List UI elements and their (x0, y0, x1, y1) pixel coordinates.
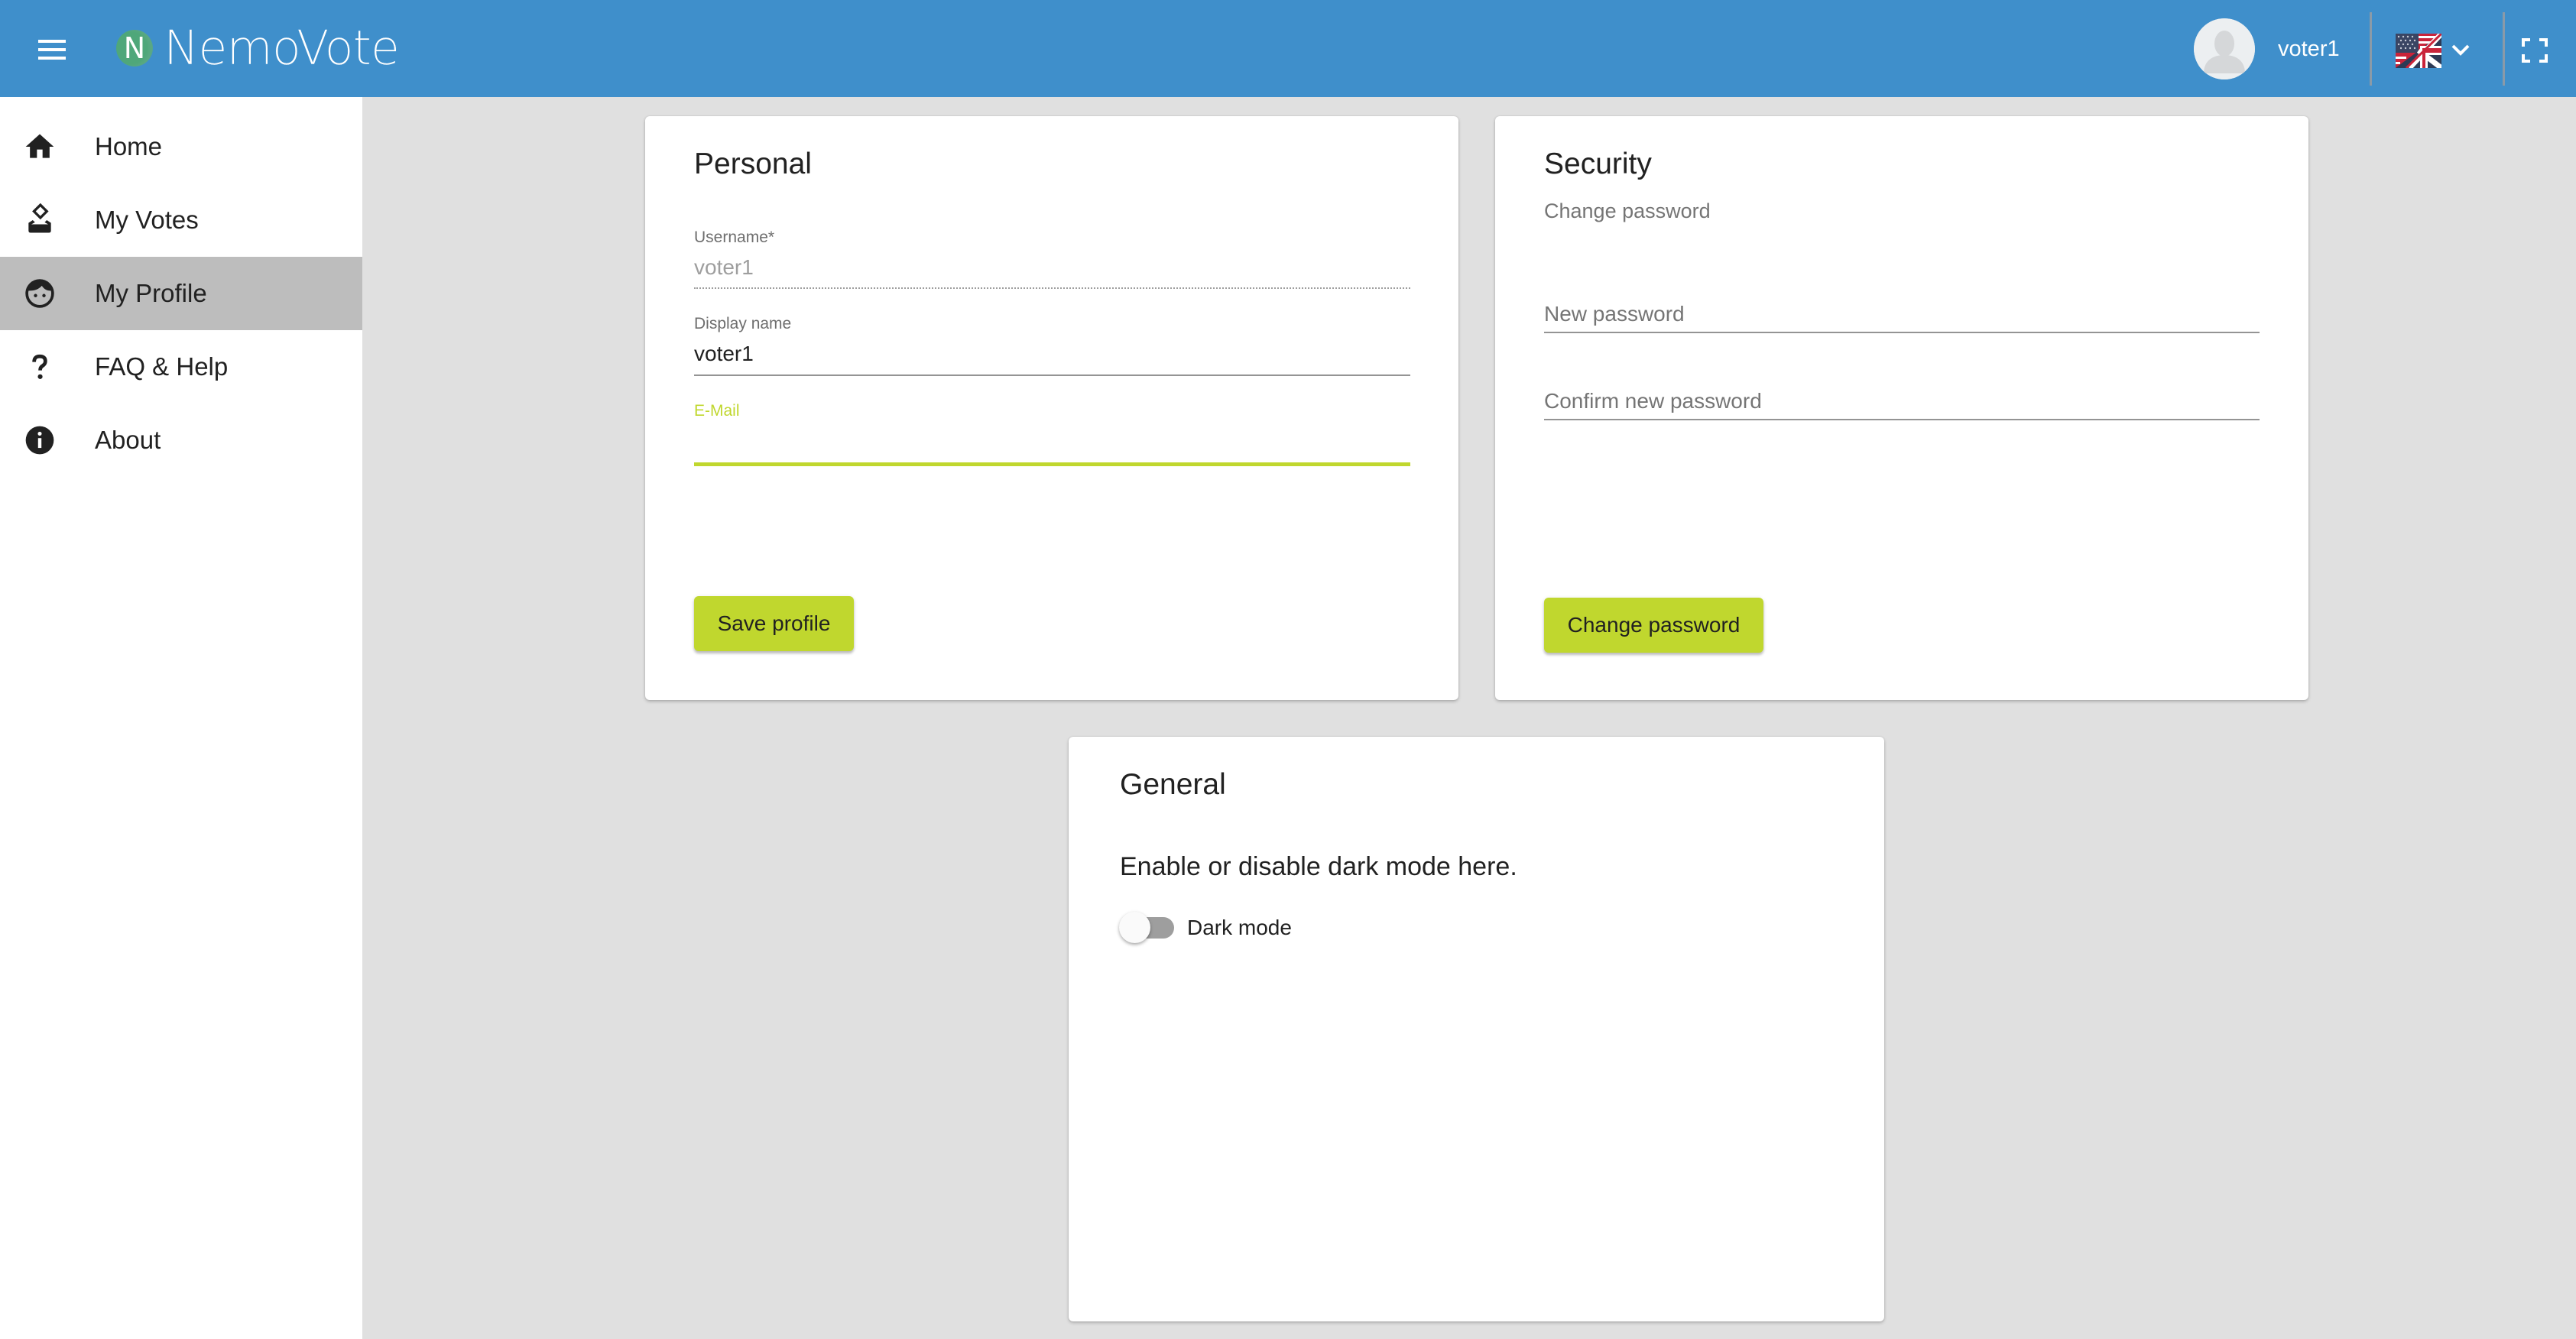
email-label: E-Mail (694, 402, 740, 420)
logo-icon: N (116, 30, 153, 66)
header-divider (2370, 12, 2372, 86)
user-name[interactable]: voter1 (2278, 34, 2340, 64)
sidebar-item-home[interactable]: Home (0, 110, 362, 183)
user-avatar[interactable] (2194, 18, 2255, 79)
display-name-underline (694, 374, 1410, 376)
new-password-input[interactable] (1544, 299, 2260, 329)
username-input (694, 252, 1410, 283)
new-password-underline (1544, 332, 2260, 333)
info-icon (25, 426, 54, 455)
logo-letter: N (123, 31, 146, 65)
chevron-down-icon[interactable] (2450, 41, 2471, 58)
language-flag-icon[interactable] (2396, 34, 2441, 68)
dark-mode-description: Enable or disable dark mode here. (1120, 852, 1517, 881)
general-card: General Enable or disable dark mode here… (1069, 737, 1884, 1321)
dark-mode-label[interactable]: Dark mode (1187, 913, 1292, 943)
sidebar-item-label: About (95, 426, 161, 454)
display-name-field: Display name (694, 314, 1410, 377)
top-app-bar: N NemoVote voter1 (0, 0, 2576, 97)
sidebar-item-my-votes[interactable]: My Votes (0, 183, 362, 257)
save-profile-button[interactable]: Save profile (694, 596, 854, 651)
security-card: Security Change password Change password (1495, 116, 2308, 700)
face-icon (25, 279, 54, 308)
security-card-subtitle: Change password (1544, 199, 1711, 222)
sidebar-item-faq-help[interactable]: FAQ & Help (0, 330, 362, 404)
username-underline (694, 287, 1410, 289)
change-password-button[interactable]: Change password (1544, 598, 1763, 653)
general-card-title: General (1120, 768, 1226, 801)
personal-card-title: Personal (694, 148, 812, 180)
email-field: E-Mail (694, 401, 1410, 467)
header-divider (2503, 12, 2505, 86)
confirm-password-field (1544, 383, 2260, 423)
sidebar: Home My Votes My Profile FAQ & Help Abou… (0, 97, 362, 1339)
email-underline (694, 462, 1410, 466)
sidebar-item-about[interactable]: About (0, 404, 362, 477)
user-silhouette-icon (2194, 18, 2255, 79)
question-mark-icon (32, 354, 47, 379)
sidebar-item-label: Home (95, 132, 163, 160)
sidebar-item-label: My Votes (95, 206, 199, 234)
fullscreen-icon[interactable] (2522, 38, 2548, 63)
personal-card: Personal Username* Display name E-Mail S… (645, 116, 1458, 700)
display-name-label: Display name (694, 315, 792, 332)
sidebar-item-my-profile[interactable]: My Profile (0, 257, 362, 330)
security-card-title: Security (1544, 148, 1652, 180)
toggle-thumb (1119, 912, 1150, 943)
display-name-input[interactable] (694, 339, 1410, 369)
ballot-box-icon (28, 203, 51, 233)
username-field: Username* (694, 228, 1410, 290)
new-password-field (1544, 296, 2260, 336)
sidebar-item-label: FAQ & Help (95, 352, 229, 381)
app-logo-text[interactable]: NemoVote (164, 21, 401, 75)
menu-icon[interactable] (37, 38, 67, 61)
confirm-password-underline (1544, 419, 2260, 420)
home-icon (25, 134, 54, 158)
email-input[interactable] (694, 427, 1410, 458)
username-label: Username* (694, 229, 775, 246)
sidebar-item-label: My Profile (95, 279, 207, 307)
dark-mode-toggle[interactable] (1119, 912, 1176, 944)
confirm-password-input[interactable] (1544, 386, 2260, 417)
